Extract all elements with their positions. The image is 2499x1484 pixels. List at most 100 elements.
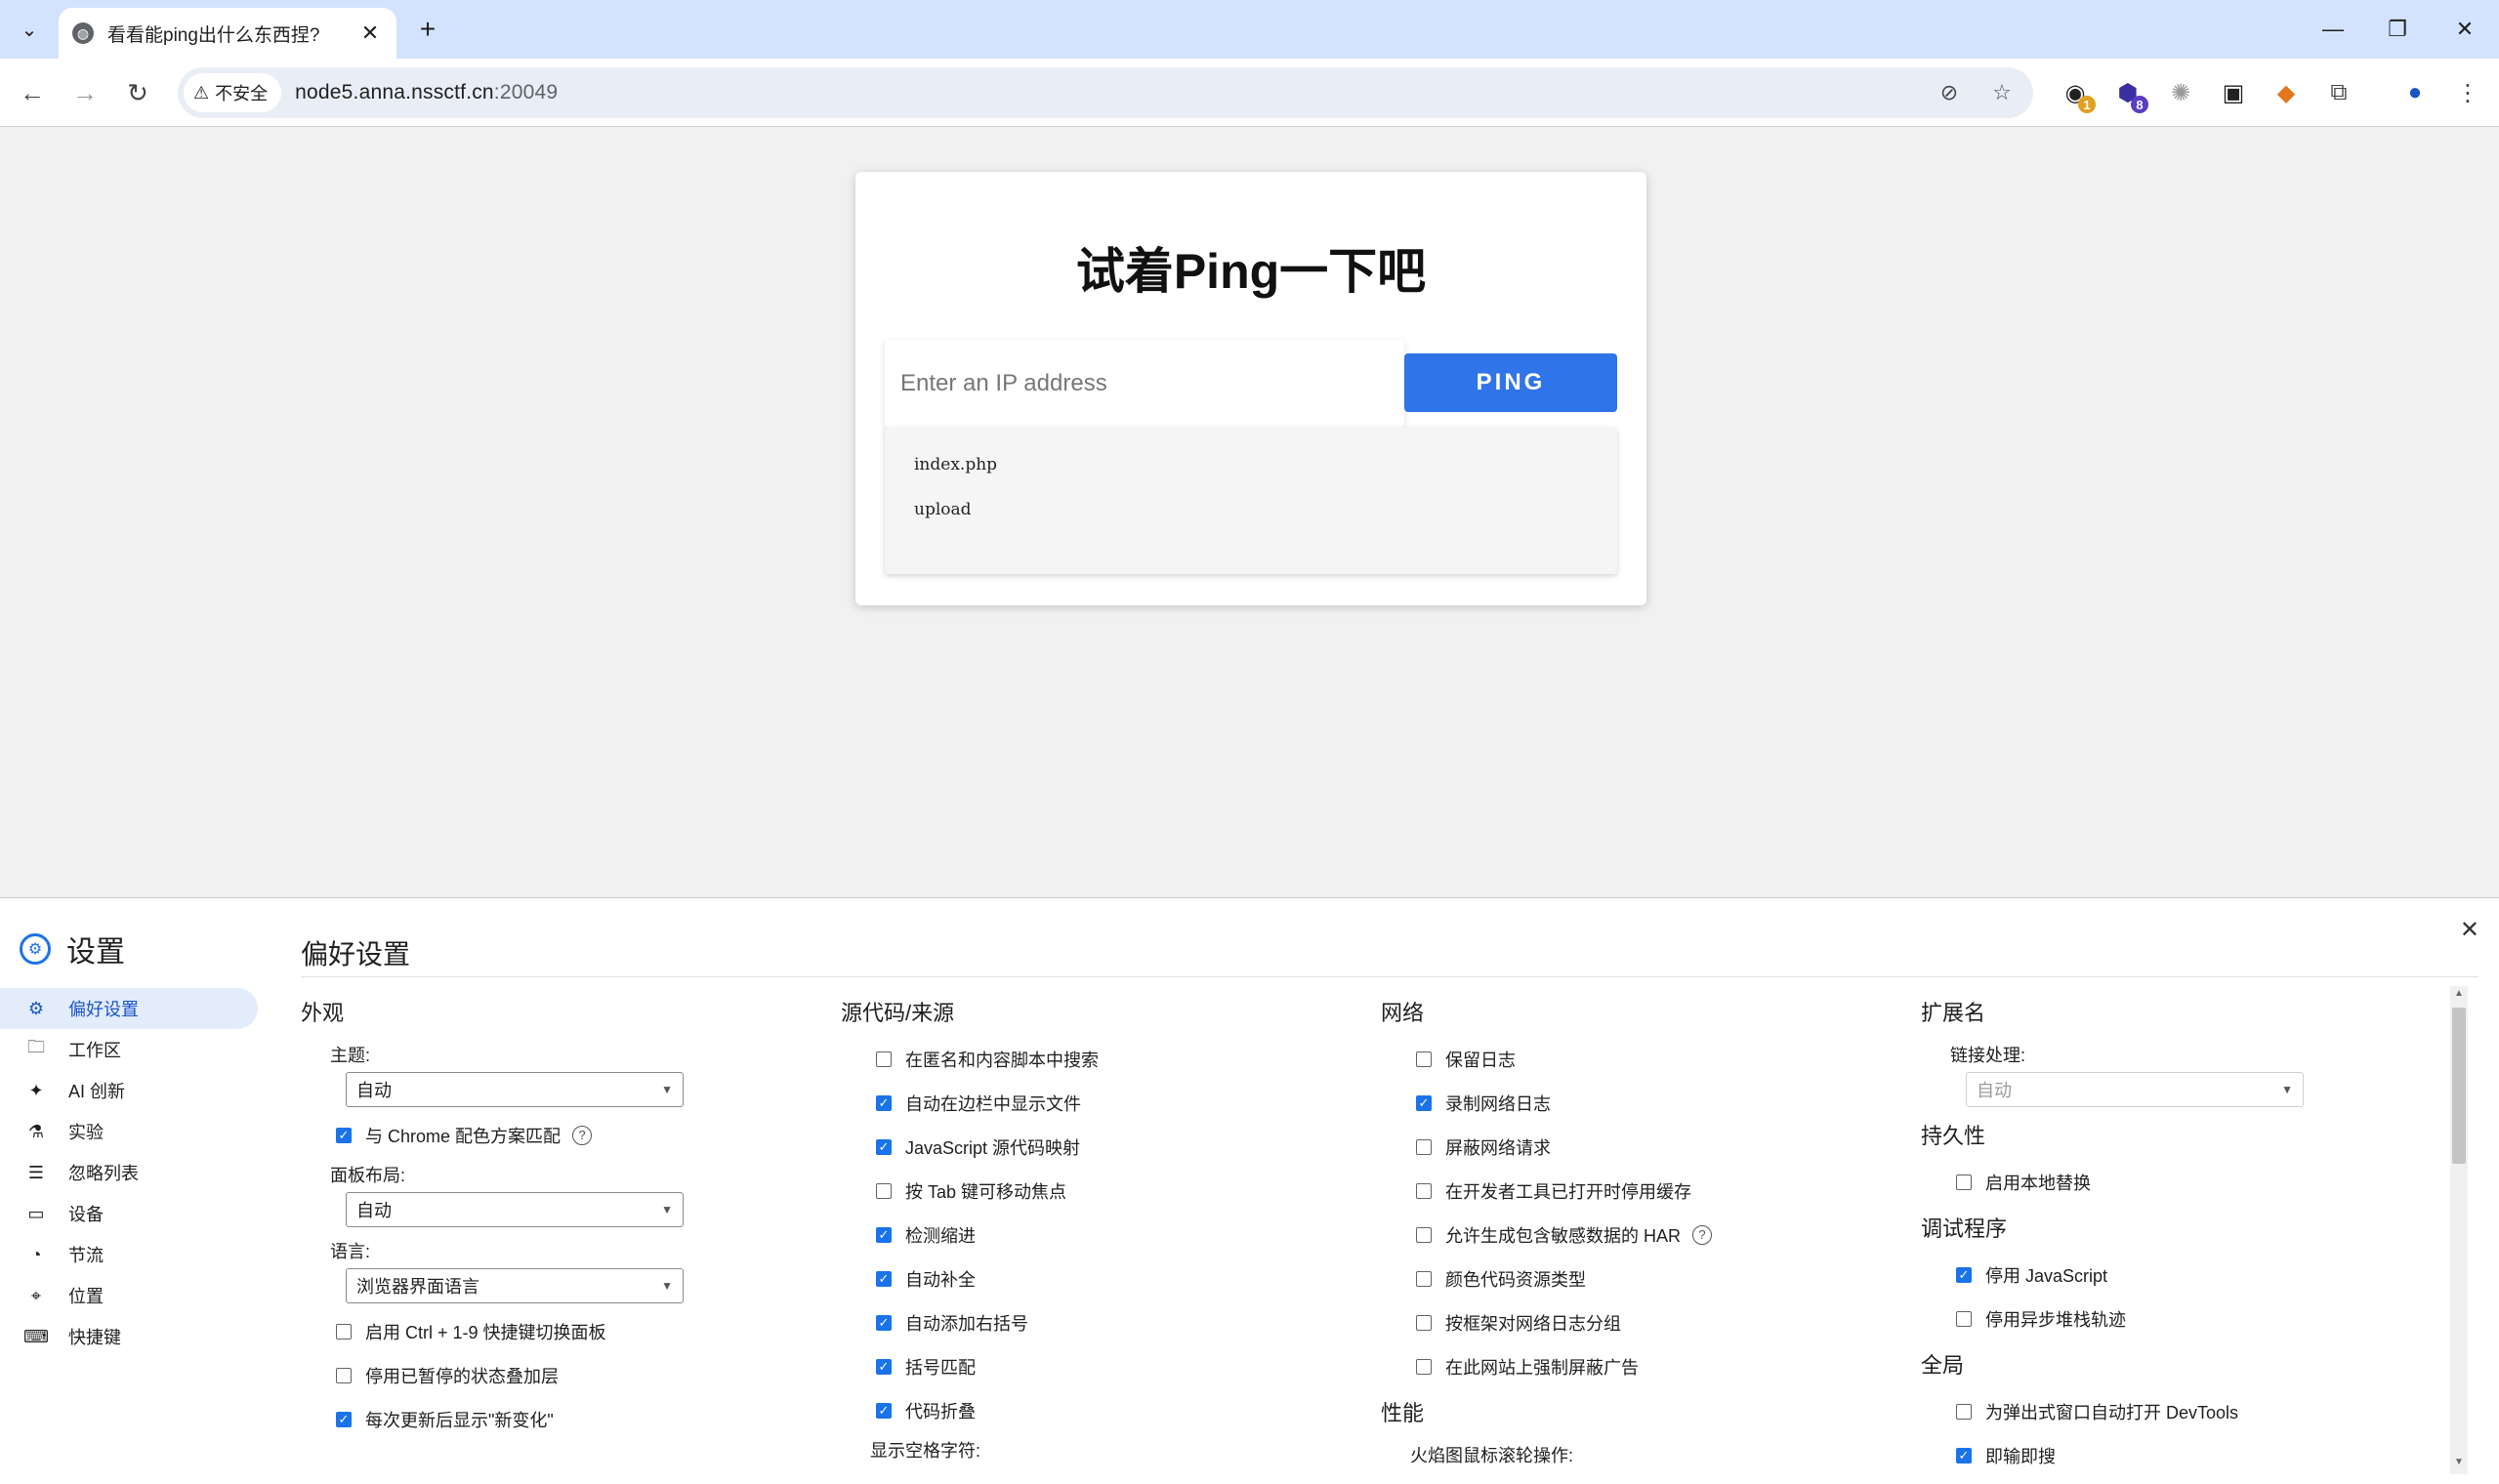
auto-open-devtools-checkbox[interactable]: 为弹出式窗口自动打开 DevTools (1921, 1389, 2448, 1433)
checkbox-unchecked-icon (336, 1323, 352, 1340)
help-icon[interactable]: ? (1692, 1224, 1713, 1245)
whitespace-label: 显示空格字符: (870, 1441, 981, 1461)
disable-async-checkbox[interactable]: 停用异步堆栈轨迹 (1921, 1297, 2448, 1340)
scroll-up-icon[interactable]: ▲ (2450, 988, 2468, 1004)
metamask-fox-icon[interactable]: ◆ (2268, 74, 2305, 111)
checkbox-label: 即输即搜 (1985, 1446, 2056, 1466)
setting-checkbox[interactable]: 按 Tab 键可移动焦点 (841, 1169, 1368, 1213)
network-section: 网络 保留日志 ✓ 录制网络日志 屏蔽网络请求 在开发者工具已打开时停用缓存 允许生成包含… (1381, 992, 1908, 1472)
extension-shield-icon[interactable]: ◉ 1 (2057, 74, 2096, 113)
ping-button[interactable]: PING (1404, 353, 1617, 412)
settings-close-icon[interactable]: ✕ (2460, 916, 2479, 944)
sidebar-item-ai-innovations[interactable]: ✦ AI 创新 (0, 1070, 258, 1111)
tab-search-chevron-down-icon[interactable]: ⌄ (12, 12, 47, 47)
scroll-down-icon[interactable]: ▼ (2450, 1457, 2468, 1472)
forward-arrow-icon[interactable]: → (64, 72, 105, 113)
ip-address-input[interactable] (885, 340, 1404, 428)
setting-checkbox[interactable]: 在匿名和内容脚本中搜索 (841, 1037, 1368, 1081)
sidebar-item-devices[interactable]: ▭ 设备 (0, 1193, 258, 1234)
back-arrow-icon[interactable]: ← (12, 72, 53, 113)
new-tab-plus-icon[interactable]: + (410, 12, 445, 47)
search-as-type-checkbox[interactable]: ✓ 即输即搜 (1921, 1433, 2448, 1477)
select-value: 自动 (356, 1081, 392, 1100)
setting-checkbox[interactable]: 屏蔽网络请求 (1381, 1125, 1908, 1169)
more-menu-icon[interactable]: ⋮ (2449, 74, 2486, 111)
ctrl-switch-checkbox[interactable]: 启用 Ctrl + 1-9 快捷键切换面板 (301, 1309, 828, 1353)
sidebar-item-shortcuts[interactable]: ⌨ 快捷键 (0, 1316, 258, 1357)
setting-checkbox[interactable]: ✓ 括号匹配 (841, 1344, 1368, 1388)
sidebar-item-preferences[interactable]: ⚙ 偏好设置 (0, 988, 258, 1029)
sidebar-item-label: 设备 (68, 1205, 104, 1224)
setting-checkbox[interactable]: ✓ 自动在边栏中显示文件 (841, 1081, 1368, 1125)
window-close-icon[interactable]: ✕ (2431, 0, 2499, 59)
security-indicator[interactable]: ⚠ 不安全 (184, 73, 282, 112)
sparkle-icon: ✦ (28, 1080, 44, 1100)
eye-slash-icon[interactable]: ⊘ (1932, 75, 1967, 110)
checkbox-label: 保留日志 (1445, 1050, 1516, 1070)
reload-icon[interactable]: ↻ (117, 72, 158, 113)
setting-checkbox[interactable]: 按框架对网络日志分组 (1381, 1300, 1908, 1344)
setting-checkbox[interactable]: 在此网站上强制屏蔽广告 (1381, 1344, 1908, 1388)
link-handling-label: 链接处理: (1950, 1046, 2026, 1065)
tab-strip: ⌄ ◍ 看看能ping出什么东西捏? ✕ + — ❐ ✕ (0, 0, 2499, 59)
setting-checkbox[interactable]: 在开发者工具已打开时停用缓存 (1381, 1169, 1908, 1213)
setting-checkbox[interactable]: ✓ JavaScript 源代码映射 (841, 1125, 1368, 1169)
result-line: index.php (914, 455, 998, 474)
devtools-settings-panel: ✕ ⚙ 设置 ⚙ 偏好设置 🗀 工作区 ✦ AI 创新 ⚗ 实验 ☰ 忽略列表 ▭ 设备 ◔… (0, 897, 2499, 1484)
checkbox-unchecked-icon (1956, 1403, 1972, 1420)
help-icon[interactable]: ? (572, 1125, 593, 1145)
select-value: 自动 (356, 1201, 392, 1220)
checkbox-unchecked-icon (1956, 1174, 1972, 1190)
sidebar-item-label: 节流 (68, 1246, 104, 1265)
setting-checkbox[interactable]: 保留日志 (1381, 1037, 1908, 1081)
extensions-section: 扩展名 链接处理: 自动 ▼ 持久性 启用本地替换 调试程序 ✓ 停用 JavaSc… (1921, 992, 2448, 1477)
sidebar-item-ignore-list[interactable]: ☰ 忽略列表 (0, 1152, 258, 1193)
setting-checkbox[interactable]: 颜色代码资源类型 (1381, 1257, 1908, 1300)
theme-select[interactable]: 自动 ▼ (346, 1072, 684, 1107)
extension-gear-icon[interactable]: ✺ (2162, 74, 2199, 111)
local-overrides-checkbox[interactable]: 启用本地替换 (1921, 1160, 2448, 1204)
checkbox-label: 每次更新后显示"新变化" (365, 1410, 554, 1430)
flamechart-label: 火焰图鼠标滚轮操作: (1410, 1446, 1574, 1465)
bookmark-star-icon[interactable]: ☆ (1984, 75, 2020, 110)
sidebar-item-throttling[interactable]: ◔ 节流 (0, 1234, 258, 1275)
setting-checkbox[interactable]: ✓ 自动添加右括号 (841, 1300, 1368, 1344)
extensions-puzzle-icon[interactable]: ⧉ (2320, 74, 2357, 111)
paused-overlay-checkbox[interactable]: 停用已暂停的状态叠加层 (301, 1353, 828, 1397)
match-chrome-checkbox[interactable]: ✓ 与 Chrome 配色方案匹配? (301, 1113, 828, 1157)
setting-checkbox[interactable]: 允许生成包含敏感数据的 HAR? (1381, 1213, 1908, 1257)
restore-icon[interactable]: ❐ (2363, 0, 2432, 59)
setting-checkbox[interactable]: ✓ 录制网络日志 (1381, 1081, 1908, 1125)
profile-avatar-icon[interactable]: ● (2396, 74, 2434, 111)
checkbox-label: 检测缩进 (905, 1225, 976, 1246)
disable-js-checkbox[interactable]: ✓ 停用 JavaScript (1921, 1253, 2448, 1297)
theme-label: 主题: (330, 1046, 371, 1065)
security-label: 不安全 (215, 84, 269, 103)
panel-layout-select[interactable]: 自动 ▼ (346, 1192, 684, 1227)
active-tab[interactable]: ◍ 看看能ping出什么东西捏? ✕ (59, 8, 396, 59)
section-title: 调试程序 (1921, 1216, 2008, 1241)
address-bar[interactable]: ⚠ 不安全 node5.anna.nssctf.cn:20049 ⊘ ☆ (178, 67, 2033, 118)
extension-glasses-icon[interactable]: ▣ (2215, 74, 2252, 111)
dropdown-arrow-icon: ▼ (661, 1279, 673, 1293)
sidebar-item-label: 快捷键 (68, 1328, 121, 1347)
setting-checkbox[interactable]: ✓ 自动补全 (841, 1257, 1368, 1300)
sidebar-item-experiments[interactable]: ⚗ 实验 (0, 1111, 258, 1152)
setting-checkbox[interactable]: ✓ 代码折叠 (841, 1388, 1368, 1432)
minimize-icon[interactable]: — (2299, 0, 2367, 59)
extension-cube-icon[interactable]: ⬢ 8 (2109, 74, 2148, 113)
setting-checkbox[interactable]: ✓ 检测缩进 (841, 1213, 1368, 1257)
whats-new-checkbox[interactable]: ✓ 每次更新后显示"新变化" (301, 1397, 828, 1441)
checkbox-label: JavaScript 源代码映射 (905, 1137, 1081, 1158)
scrollbar-thumb[interactable] (2452, 1008, 2466, 1164)
language-select[interactable]: 浏览器界面语言 ▼ (346, 1268, 684, 1303)
checkbox-checked-icon: ✓ (876, 1270, 892, 1287)
sidebar-item-locations[interactable]: ⌖ 位置 (0, 1275, 258, 1316)
tab-close-icon[interactable]: ✕ (357, 21, 383, 46)
sidebar-item-workspace[interactable]: 🗀 工作区 (0, 1029, 258, 1070)
sidebar-item-label: 偏好设置 (68, 1000, 139, 1019)
preferences-title: 偏好设置 (301, 939, 411, 969)
settings-scrollbar[interactable]: ▲ ▼ (2450, 986, 2468, 1474)
link-handling-select[interactable]: 自动 ▼ (1966, 1072, 2304, 1107)
url-text[interactable]: node5.anna.nssctf.cn:20049 (295, 81, 558, 104)
